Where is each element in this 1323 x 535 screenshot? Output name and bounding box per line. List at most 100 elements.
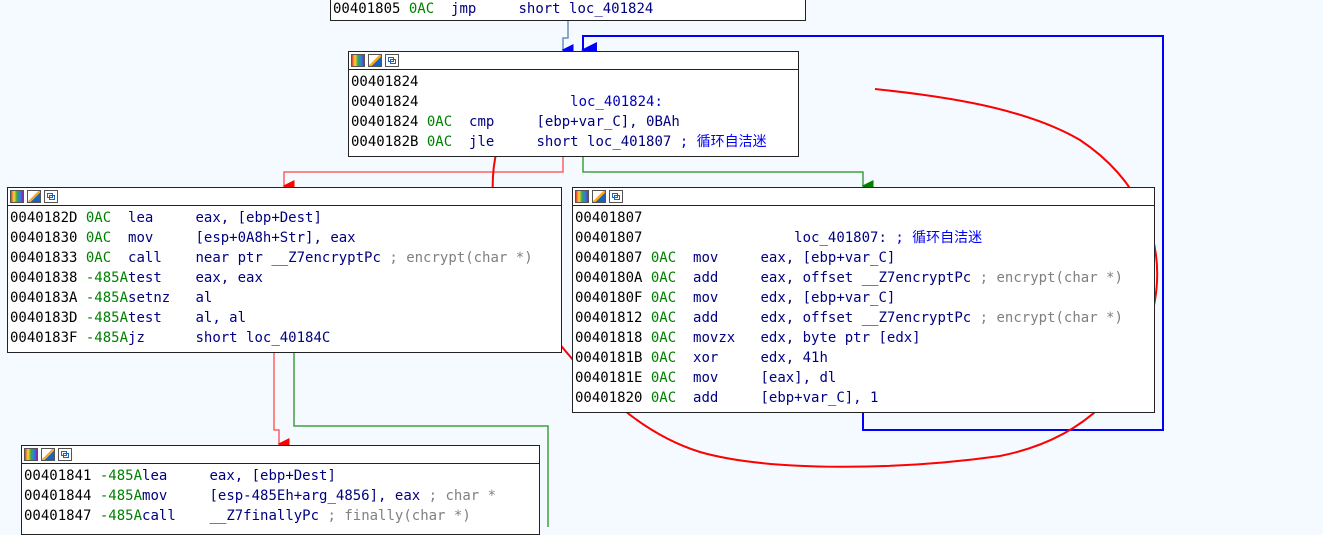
address-field: 00401807 — [575, 210, 643, 226]
address-field: 00401818 — [575, 330, 643, 346]
operand-field[interactable]: short loc_401824 — [518, 1, 653, 17]
asm-line[interactable]: 00401807 0AC mov eax, [ebp+var_C] — [575, 248, 1152, 268]
operand-field[interactable]: al, al — [195, 310, 246, 326]
operand-field[interactable]: short loc_401807 — [536, 134, 679, 150]
operand-field[interactable]: edx, 41h — [760, 350, 827, 366]
graph-overview-icon[interactable] — [609, 190, 623, 203]
address-field: 00401833 — [10, 250, 78, 266]
operand-field[interactable]: [esp-485Eh+arg_4856], eax — [209, 488, 428, 504]
address-field: 0040181B — [575, 350, 643, 366]
color-palette-icon[interactable] — [351, 54, 365, 67]
operand-field[interactable]: [ebp+var_C], 1 — [760, 390, 878, 406]
operand-field[interactable]: short loc_40184C — [195, 330, 330, 346]
stack-pointer-field: 0AC — [650, 390, 694, 406]
asm-line[interactable]: 00401807 loc_401807: ; 循环自洁迷 — [575, 228, 1152, 248]
asm-line[interactable]: 00401812 0AC add edx, offset __Z7encrypt… — [575, 308, 1152, 328]
stack-pointer-field: 0AC — [426, 114, 470, 130]
graph-overview-icon[interactable] — [385, 54, 399, 67]
address-field: 00401841 — [24, 468, 92, 484]
mnemonic-field: movzx — [693, 330, 761, 346]
comment-field: ; encrypt(char *) — [979, 310, 1123, 326]
mnemonic-field: setnz — [128, 290, 196, 306]
operand-field[interactable]: eax, [ebp+Dest] — [209, 468, 335, 484]
operand-field[interactable]: [eax], dl — [760, 370, 836, 386]
stack-pointer-field: -485A — [85, 310, 129, 326]
asm-line[interactable]: 00401805 0AC jmp short loc_401824 — [333, 0, 803, 19]
address-field: 00401812 — [575, 310, 643, 326]
asm-line[interactable]: 00401820 0AC add [ebp+var_C], 1 — [575, 388, 1152, 408]
stack-pointer-field: -485A — [99, 488, 143, 504]
edge-true-branch[interactable] — [582, 156, 874, 192]
operand-field[interactable]: __Z7finallyPc — [209, 508, 327, 524]
address-field: 00401830 — [10, 230, 78, 246]
asm-line[interactable]: 00401807 — [575, 208, 1152, 228]
edge-false-branch[interactable] — [282, 156, 564, 192]
mnemonic-field — [693, 230, 760, 246]
operand-field[interactable]: eax, [ebp+Dest] — [195, 210, 321, 226]
operand-field[interactable]: eax, [ebp+var_C] — [760, 250, 895, 266]
operand-field[interactable]: edx, offset __Z7encryptPc — [760, 310, 979, 326]
operand-field[interactable]: near ptr __Z7encryptPc — [195, 250, 389, 266]
mnemonic-field: add — [693, 310, 761, 326]
color-palette-icon[interactable] — [10, 190, 24, 203]
color-palette-icon[interactable] — [24, 448, 38, 461]
asm-line[interactable]: 00401830 0AC mov [esp+0A8h+Str], eax — [10, 228, 559, 248]
operand-field[interactable]: loc_401807: — [760, 230, 895, 246]
asm-line[interactable]: 00401844 -485Amov [esp-485Eh+arg_4856], … — [24, 486, 537, 506]
asm-line[interactable]: 0040183F -485Ajz short loc_40184C — [10, 328, 559, 348]
operand-field[interactable]: edx, byte ptr [edx] — [760, 330, 920, 346]
address-field: 00401807 — [575, 230, 643, 246]
operand-field[interactable]: eax, eax — [195, 270, 262, 286]
asm-line[interactable]: 0040180F 0AC mov edx, [ebp+var_C] — [575, 288, 1152, 308]
asm-line[interactable]: 00401838 -485Atest eax, eax — [10, 268, 559, 288]
operand-field[interactable]: loc_401824: — [536, 94, 663, 110]
asm-line[interactable]: 00401833 0AC call near ptr __Z7encryptPc… — [10, 248, 559, 268]
asm-line[interactable]: 00401824 0AC cmp [ebp+var_C], 0BAh — [351, 112, 796, 132]
asm-line[interactable]: 00401841 -485Alea eax, [ebp+Dest] — [24, 466, 537, 486]
edit-node-icon[interactable] — [368, 54, 382, 67]
address-field: 0040182B — [351, 134, 419, 150]
stack-pointer-field: 0AC — [650, 350, 694, 366]
operand-field[interactable]: al — [195, 290, 212, 306]
operand-field[interactable]: [ebp+var_C], 0BAh — [536, 114, 679, 130]
mnemonic-field: jle — [469, 134, 537, 150]
graph-overview-icon[interactable] — [44, 190, 58, 203]
address-field: 0040180A — [575, 270, 643, 286]
asm-line[interactable]: 0040181B 0AC xor edx, 41h — [575, 348, 1152, 368]
code-block-0040182D[interactable]: 0040182D 0AC lea eax, [ebp+Dest] 00401830… — [7, 187, 562, 353]
code-block-loc-401807[interactable]: 00401807 00401807 loc_401807: ; 循环自洁迷 004… — [572, 187, 1155, 413]
asm-line[interactable]: 00401824 — [351, 72, 796, 92]
asm-line[interactable]: 00401824 loc_401824: — [351, 92, 796, 112]
mnemonic-field: xor — [693, 350, 761, 366]
asm-line[interactable]: 00401818 0AC movzx edx, byte ptr [edx] — [575, 328, 1152, 348]
edit-node-icon[interactable] — [41, 448, 55, 461]
block-toolbar — [573, 188, 1154, 206]
edge-jz-false[interactable] — [273, 352, 290, 450]
mnemonic-field: cmp — [469, 114, 537, 130]
code-block-00401805[interactable]: 00401805 0AC jmp short loc_401824 — [330, 0, 806, 21]
address-field: 00401847 — [24, 508, 92, 524]
code-block-loc-401824[interactable]: 00401824 00401824 loc_401824: 00401824 0A… — [348, 51, 799, 157]
color-palette-icon[interactable] — [575, 190, 589, 203]
asm-line[interactable]: 0040180A 0AC add eax, offset __Z7encrypt… — [575, 268, 1152, 288]
mnemonic-field: mov — [693, 290, 761, 306]
stack-pointer-field: 0AC — [85, 250, 129, 266]
operand-field[interactable]: edx, [ebp+var_C] — [760, 290, 895, 306]
asm-line[interactable]: 0040182D 0AC lea eax, [ebp+Dest] — [10, 208, 559, 228]
edit-node-icon[interactable] — [27, 190, 41, 203]
asm-line[interactable]: 0040181E 0AC mov [eax], dl — [575, 368, 1152, 388]
edit-node-icon[interactable] — [592, 190, 606, 203]
block-toolbar — [349, 52, 798, 70]
operand-field[interactable]: eax, offset __Z7encryptPc — [760, 270, 979, 286]
asm-line[interactable]: 0040183D -485Atest al, al — [10, 308, 559, 328]
mnemonic-field: mov — [693, 370, 761, 386]
mnemonic-field: mov — [128, 230, 196, 246]
asm-line[interactable]: 0040183A -485Asetnz al — [10, 288, 559, 308]
graph-overview-icon[interactable] — [58, 448, 72, 461]
comment-field: ; char * — [428, 488, 497, 504]
operand-field[interactable]: [esp+0A8h+Str], eax — [195, 230, 355, 246]
asm-line[interactable]: 0040182B 0AC jle short loc_401807 ; 循环自洁… — [351, 132, 796, 152]
edge-jmp-to-loc401824[interactable] — [561, 20, 574, 56]
asm-line[interactable]: 00401847 -485Acall __Z7finallyPc ; final… — [24, 506, 537, 526]
code-block-00401841[interactable]: 00401841 -485Alea eax, [ebp+Dest] 0040184… — [21, 445, 540, 535]
